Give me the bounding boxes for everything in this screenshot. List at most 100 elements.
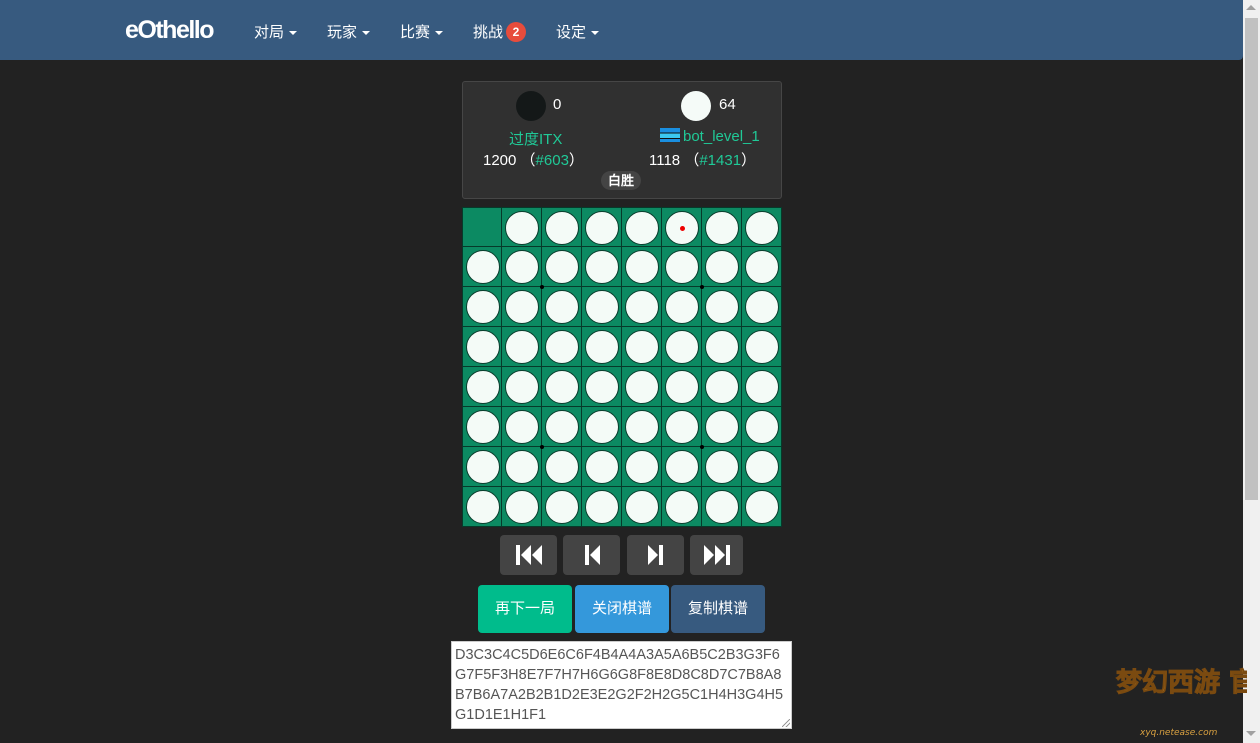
board-cell-F7[interactable] <box>662 447 702 487</box>
board-cell-G6[interactable] <box>702 407 742 447</box>
board-cell-F5[interactable] <box>662 367 702 407</box>
board-cell-C7[interactable] <box>542 447 582 487</box>
nav-games-menu[interactable]: 对局 <box>254 21 298 42</box>
board-cell-E4[interactable] <box>622 327 662 367</box>
rank-link[interactable]: #1431 <box>699 152 741 169</box>
board-cell-H8[interactable] <box>742 487 782 527</box>
scroll-down-arrow-icon[interactable] <box>1246 731 1256 736</box>
white-disc <box>705 330 739 364</box>
board-cell-H4[interactable] <box>742 327 782 367</box>
board-cell-D3[interactable] <box>582 287 622 327</box>
board-cell-E7[interactable] <box>622 447 662 487</box>
board-cell-F1[interactable] <box>662 207 702 247</box>
othello-board[interactable] <box>462 207 782 527</box>
board-cell-F2[interactable] <box>662 247 702 287</box>
board-cell-H2[interactable] <box>742 247 782 287</box>
board-cell-A6[interactable] <box>462 407 502 447</box>
board-cell-A7[interactable] <box>462 447 502 487</box>
board-cell-B3[interactable] <box>502 287 542 327</box>
board-cell-D7[interactable] <box>582 447 622 487</box>
board-cell-G2[interactable] <box>702 247 742 287</box>
board-cell-B5[interactable] <box>502 367 542 407</box>
board-cell-D1[interactable] <box>582 207 622 247</box>
forum-watermark-logo: 梦幻西游 官方论坛 xyq.netease.com <box>1116 667 1248 739</box>
board-cell-C2[interactable] <box>542 247 582 287</box>
board-cell-F3[interactable] <box>662 287 702 327</box>
board-cell-D2[interactable] <box>582 247 622 287</box>
scrollbar-thumb[interactable] <box>1245 18 1258 500</box>
board-cell-E1[interactable] <box>622 207 662 247</box>
board-cell-H7[interactable] <box>742 447 782 487</box>
board-cell-H1[interactable] <box>742 207 782 247</box>
play-again-button[interactable]: 再下一局 <box>478 585 572 633</box>
board-cell-G8[interactable] <box>702 487 742 527</box>
rank-link[interactable]: #603 <box>536 152 569 169</box>
nav-label: 挑战 <box>473 24 504 41</box>
board-cell-A1[interactable] <box>462 207 502 247</box>
board-cell-F4[interactable] <box>662 327 702 367</box>
board-cell-B7[interactable] <box>502 447 542 487</box>
nav-players-menu[interactable]: 玩家 <box>327 21 371 42</box>
board-cell-B2[interactable] <box>502 247 542 287</box>
game-record-textarea[interactable]: D3C3C4C5D6E6C6F4B4A4A3A5A6B5C2B3G3F6G7F5… <box>451 641 792 729</box>
resize-grip-icon[interactable] <box>782 719 790 727</box>
board-cell-H3[interactable] <box>742 287 782 327</box>
black-player-name[interactable]: 过度ITX <box>509 128 562 149</box>
board-cell-C3[interactable] <box>542 287 582 327</box>
board-cell-G4[interactable] <box>702 327 742 367</box>
board-cell-A2[interactable] <box>462 247 502 287</box>
step-forward-icon <box>647 545 663 565</box>
board-cell-B4[interactable] <box>502 327 542 367</box>
first-move-button[interactable] <box>500 535 557 575</box>
board-cell-C8[interactable] <box>542 487 582 527</box>
board-cell-D5[interactable] <box>582 367 622 407</box>
board-cell-E5[interactable] <box>622 367 662 407</box>
previous-move-button[interactable] <box>563 535 620 575</box>
brand-logo[interactable]: eOthello <box>125 16 215 45</box>
white-player-name[interactable]: bot_level_1 <box>660 128 760 145</box>
board-cell-E8[interactable] <box>622 487 662 527</box>
board-cell-D8[interactable] <box>582 487 622 527</box>
board-cell-B1[interactable] <box>502 207 542 247</box>
scroll-up-arrow-icon[interactable] <box>1246 5 1256 10</box>
board-cell-E6[interactable] <box>622 407 662 447</box>
white-disc <box>466 290 500 324</box>
white-disc <box>705 370 739 404</box>
board-cell-A3[interactable] <box>462 287 502 327</box>
nav-settings-menu[interactable]: 设定 <box>556 21 600 42</box>
white-disc-icon <box>681 91 711 121</box>
nav-tournaments-menu[interactable]: 比赛 <box>400 21 444 42</box>
board-cell-A4[interactable] <box>462 327 502 367</box>
nav-label: 玩家 <box>327 24 358 41</box>
board-cell-D4[interactable] <box>582 327 622 367</box>
white-disc <box>545 410 579 444</box>
board-cell-G1[interactable] <box>702 207 742 247</box>
board-cell-C5[interactable] <box>542 367 582 407</box>
board-cell-C1[interactable] <box>542 207 582 247</box>
board-cell-G7[interactable] <box>702 447 742 487</box>
board-cell-B6[interactable] <box>502 407 542 447</box>
board-cell-E2[interactable] <box>622 247 662 287</box>
board-cell-F6[interactable] <box>662 407 702 447</box>
board-cell-G5[interactable] <box>702 367 742 407</box>
last-move-button[interactable] <box>690 535 743 575</box>
white-disc <box>745 211 779 245</box>
nav-label: 设定 <box>556 24 587 41</box>
white-disc <box>466 450 500 484</box>
board-cell-A8[interactable] <box>462 487 502 527</box>
white-disc <box>625 211 659 245</box>
board-cell-C4[interactable] <box>542 327 582 367</box>
board-cell-C6[interactable] <box>542 407 582 447</box>
board-cell-H6[interactable] <box>742 407 782 447</box>
board-cell-A5[interactable] <box>462 367 502 407</box>
next-move-button[interactable] <box>627 535 684 575</box>
board-cell-E3[interactable] <box>622 287 662 327</box>
nav-challenges-link[interactable]: 挑战 2 <box>473 21 527 42</box>
board-cell-B8[interactable] <box>502 487 542 527</box>
copy-record-button[interactable]: 复制棋谱 <box>671 585 765 633</box>
board-cell-D6[interactable] <box>582 407 622 447</box>
board-cell-F8[interactable] <box>662 487 702 527</box>
board-cell-H5[interactable] <box>742 367 782 407</box>
board-cell-G3[interactable] <box>702 287 742 327</box>
close-record-button[interactable]: 关闭棋谱 <box>575 585 669 633</box>
